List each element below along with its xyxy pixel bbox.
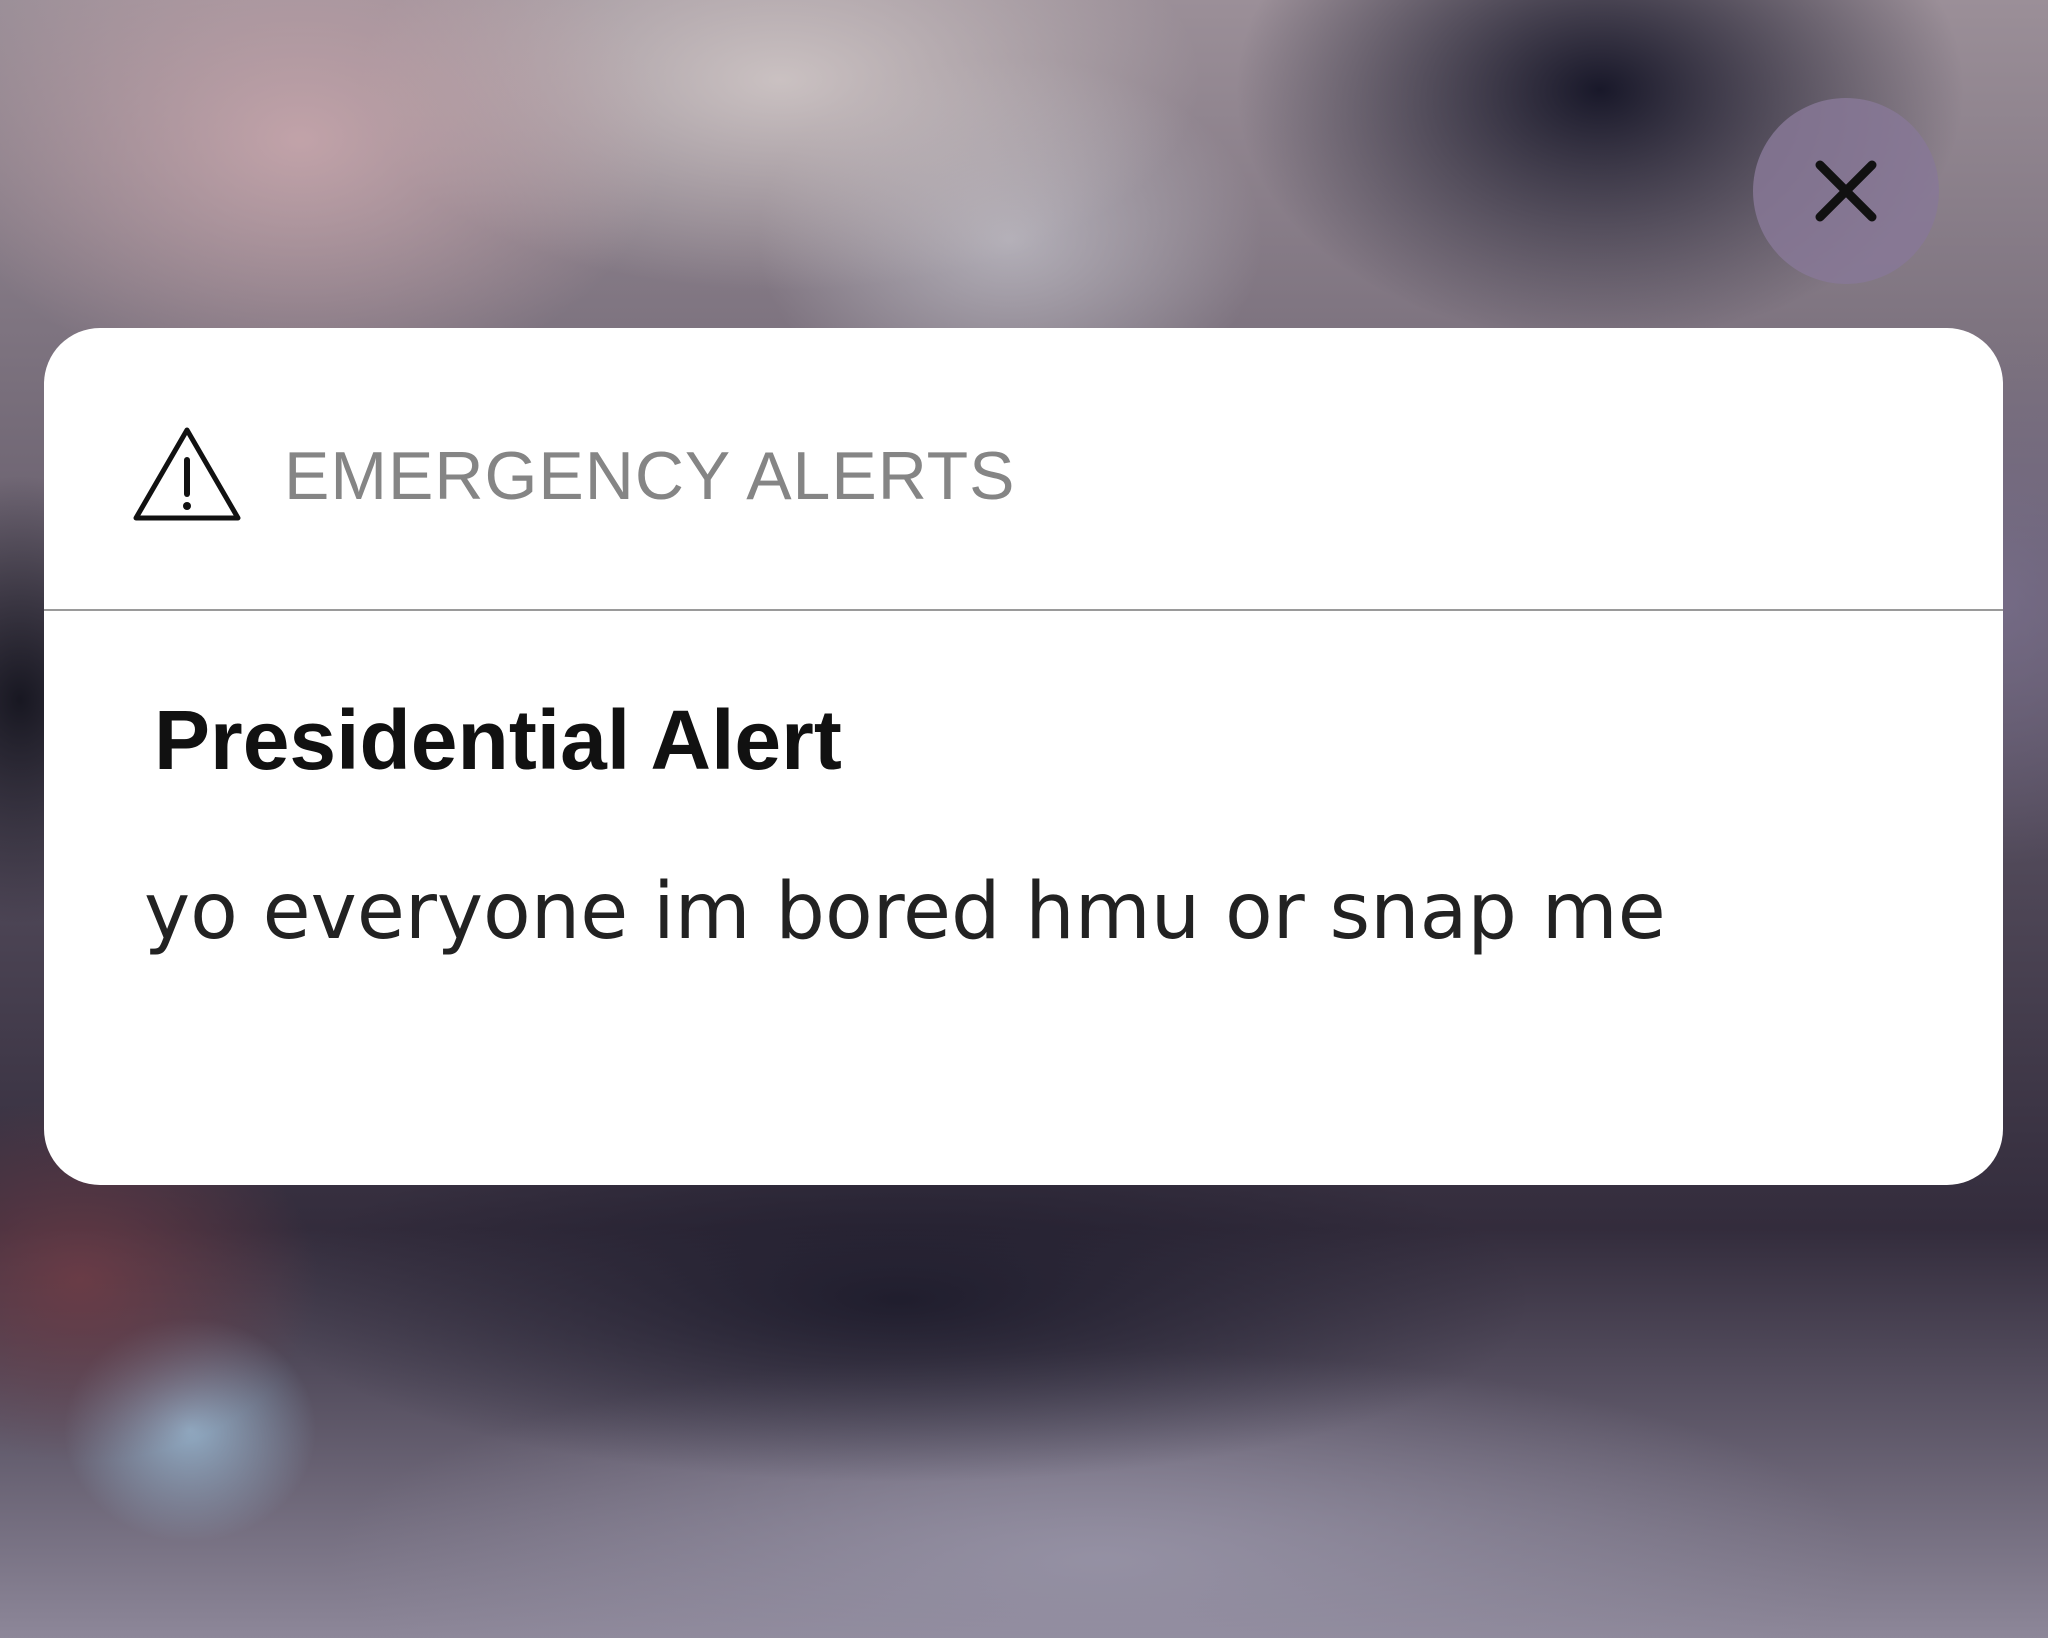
alert-title: Presidential Alert [154,693,842,787]
close-icon [1815,160,1877,222]
alert-message: yo everyone im bored hmu or snap me [144,867,1666,957]
warning-triangle-icon [133,427,241,521]
app-label: EMERGENCY ALERTS [284,438,1016,514]
dismiss-button[interactable] [1753,98,1939,284]
notification-card[interactable]: EMERGENCY ALERTS Presidential Alert yo e… [44,328,2003,1185]
notification-header: EMERGENCY ALERTS [44,328,2003,611]
